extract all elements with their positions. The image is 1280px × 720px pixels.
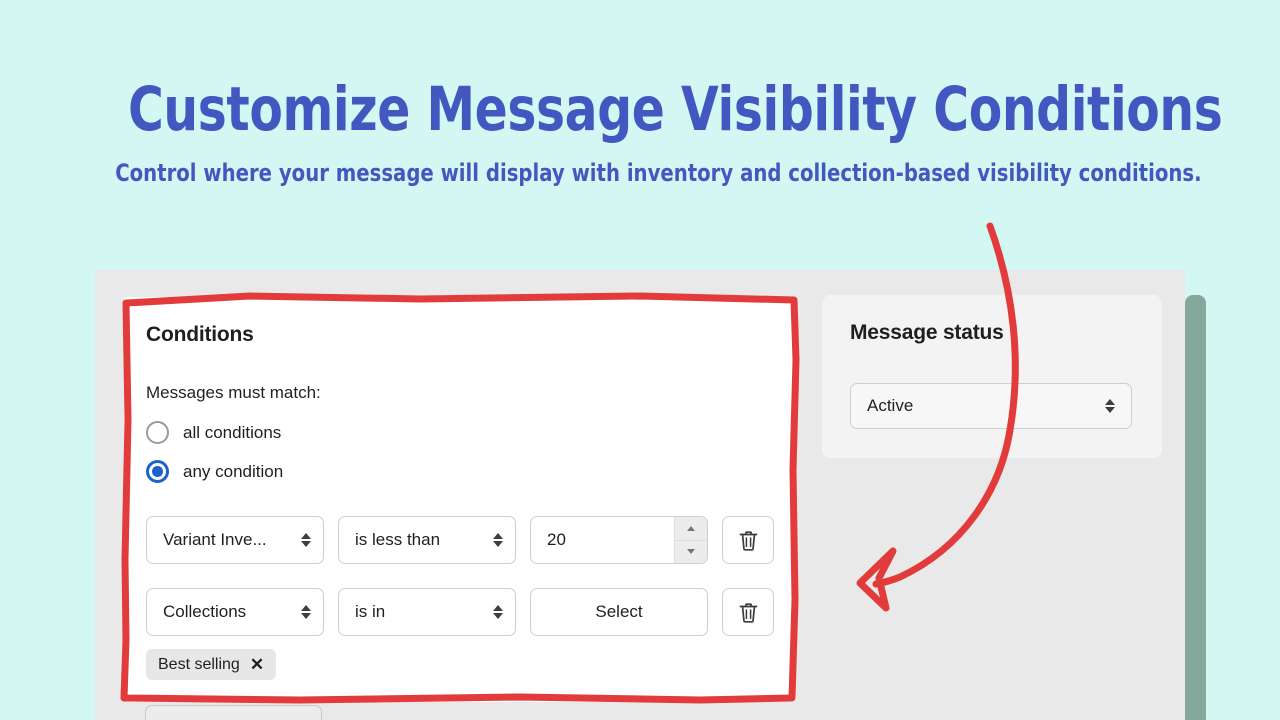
condition-row: Collections is in Select bbox=[146, 588, 774, 636]
radio-label-all-conditions: all conditions bbox=[183, 422, 282, 442]
add-condition-button-partial[interactable] bbox=[145, 705, 322, 720]
match-rule-label: Messages must match: bbox=[146, 383, 321, 402]
select-collections-label: Select bbox=[595, 602, 643, 621]
condition-operator-select[interactable]: is less than bbox=[338, 516, 516, 564]
conditions-card-title: Conditions bbox=[146, 323, 254, 346]
hero-section: Customize Message Visibility Conditions … bbox=[0, 0, 1280, 188]
condition-operator-select[interactable]: is in bbox=[338, 588, 516, 636]
chevron-up-down-icon bbox=[301, 533, 311, 547]
delete-condition-button[interactable] bbox=[722, 516, 774, 564]
stepper-increment-button[interactable] bbox=[675, 517, 707, 541]
chevron-up-down-icon bbox=[301, 605, 311, 619]
radio-label-any-condition: any condition bbox=[183, 461, 284, 481]
collection-chip-label: Best selling bbox=[158, 655, 240, 673]
page-title: Customize Message Visibility Conditions bbox=[128, 74, 1223, 145]
condition-row: Variant Inve... is less than 20 bbox=[146, 516, 774, 564]
condition-value-text: 20 bbox=[547, 530, 566, 549]
condition-field-select[interactable]: Collections bbox=[146, 588, 324, 636]
message-status-value: Active bbox=[867, 396, 914, 415]
condition-field-value: Collections bbox=[163, 602, 247, 621]
radio-icon-selected[interactable] bbox=[146, 460, 169, 483]
chevron-up-down-icon bbox=[493, 533, 503, 547]
radio-option-all-conditions[interactable]: all conditions bbox=[146, 421, 281, 444]
condition-operator-value: is less than bbox=[355, 530, 441, 549]
chevron-up-down-icon bbox=[493, 605, 503, 619]
radio-option-any-condition[interactable]: any condition bbox=[146, 460, 283, 483]
condition-operator-value: is in bbox=[355, 602, 386, 621]
message-status-select[interactable]: Active bbox=[850, 383, 1132, 429]
chevron-up-down-icon bbox=[1105, 399, 1115, 413]
collection-chip[interactable]: Best selling ✕ bbox=[146, 649, 277, 680]
trash-icon bbox=[739, 530, 757, 551]
condition-field-select[interactable]: Variant Inve... bbox=[146, 516, 324, 564]
condition-field-value: Variant Inve... bbox=[163, 530, 267, 549]
vertical-scrollbar[interactable] bbox=[1185, 295, 1206, 720]
selected-collections-list: Best selling ✕ bbox=[146, 649, 277, 680]
message-status-title: Message status bbox=[850, 321, 1004, 344]
page-subtitle: Control where your message will display … bbox=[115, 159, 1202, 187]
select-collections-button[interactable]: Select bbox=[530, 588, 708, 636]
radio-icon-unselected[interactable] bbox=[146, 421, 169, 444]
condition-value-number-input[interactable]: 20 bbox=[530, 516, 708, 564]
conditions-card: Conditions Messages must match: all cond… bbox=[124, 297, 796, 702]
trash-icon bbox=[739, 602, 757, 623]
close-icon[interactable]: ✕ bbox=[250, 656, 264, 673]
message-status-card: Message status Active bbox=[822, 295, 1162, 458]
stepper-decrement-button[interactable] bbox=[675, 540, 707, 563]
delete-condition-button[interactable] bbox=[722, 588, 774, 636]
number-stepper[interactable] bbox=[674, 517, 707, 563]
